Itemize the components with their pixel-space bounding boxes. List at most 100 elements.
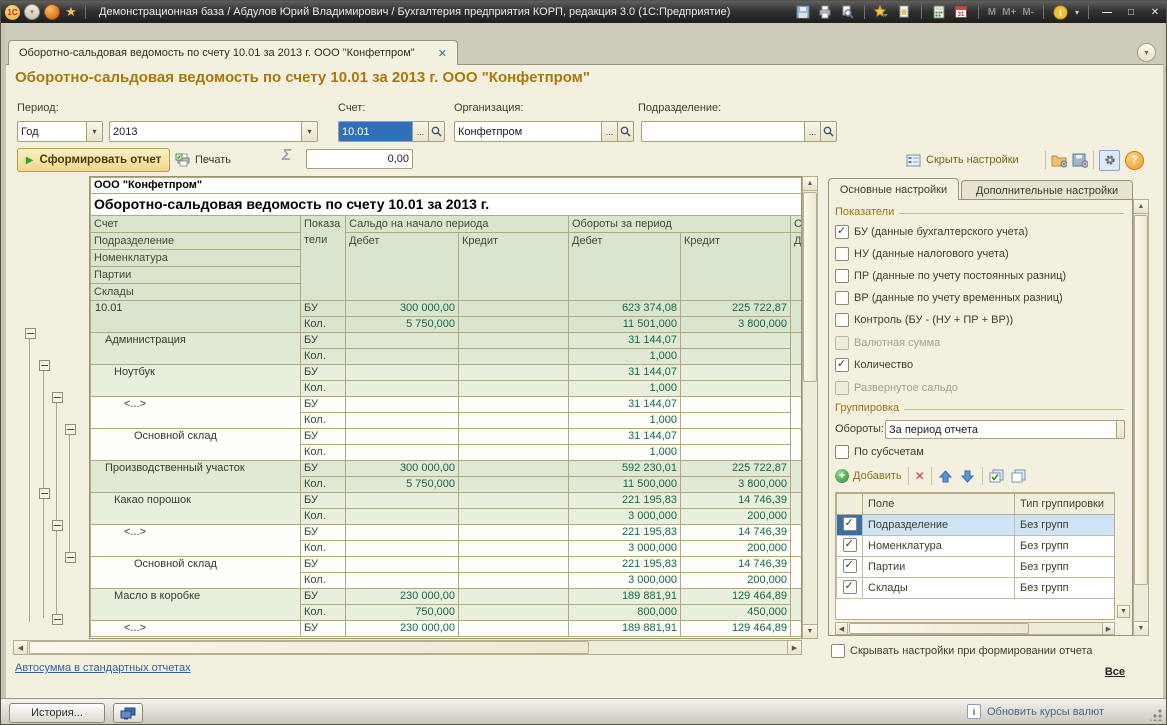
indicator-option[interactable]: ПР (данные по учету постоянных разниц) xyxy=(835,268,1066,284)
more-button[interactable]: ... xyxy=(804,122,820,141)
checkbox-icon[interactable] xyxy=(843,559,857,573)
checkbox-icon[interactable] xyxy=(835,247,849,261)
indicator-option[interactable]: БУ (данные бухгалтерского учета) xyxy=(835,224,1028,240)
hscroll-thumb[interactable] xyxy=(849,623,1029,634)
remote-desktop-button[interactable] xyxy=(113,703,143,723)
history-button[interactable]: История... xyxy=(9,703,105,723)
vscroll-thumb[interactable] xyxy=(803,192,817,382)
print-preview-icon[interactable] xyxy=(839,4,855,20)
report-row[interactable]: Какао порошокБУ221 195,8314 746,39 xyxy=(91,493,803,509)
add-favorite-icon[interactable] xyxy=(896,4,912,20)
account-input[interactable]: 10.01 ... xyxy=(338,121,445,142)
tree-collapse-button[interactable] xyxy=(52,392,63,403)
checkbox-icon[interactable] xyxy=(835,269,849,283)
gear-icon[interactable] xyxy=(1099,150,1120,171)
autosum-icon[interactable]: Σ xyxy=(282,147,291,165)
checkbox-icon[interactable] xyxy=(843,580,857,594)
tree-collapse-button[interactable] xyxy=(39,488,50,499)
maximize-button[interactable]: □ xyxy=(1122,7,1140,18)
help-icon[interactable]: ? xyxy=(1125,151,1144,170)
chevron-down-icon[interactable]: ▾ xyxy=(86,122,102,141)
grouping-row[interactable]: СкладыБез групп xyxy=(837,578,1115,599)
checkbox-icon[interactable] xyxy=(835,291,849,305)
sum-field[interactable]: 0,00 xyxy=(306,149,413,169)
more-button[interactable]: ... xyxy=(601,122,617,141)
scroll-left-arrow[interactable]: ◀ xyxy=(13,640,28,655)
grouping-row[interactable]: ПартииБез групп xyxy=(837,557,1115,578)
search-icon[interactable] xyxy=(428,122,444,141)
checkbox-icon[interactable] xyxy=(831,644,845,658)
print-icon[interactable] xyxy=(817,4,833,20)
info-icon[interactable]: i xyxy=(1053,4,1069,20)
hide-settings-button[interactable]: Скрыть настройки xyxy=(905,150,1019,170)
period-value-select[interactable]: 2013 ▾ xyxy=(109,121,318,142)
calculator-icon[interactable] xyxy=(931,4,947,20)
report-row[interactable]: Масло в коробкеБУ230 000,00189 881,91129… xyxy=(91,589,803,605)
checkbox-icon[interactable] xyxy=(835,445,849,459)
main-menu-button[interactable]: ▾ xyxy=(24,4,40,20)
indicator-option[interactable]: Контроль (БУ - (НУ + ПР + ВР)) xyxy=(835,312,1013,328)
uncheck-all-icon[interactable] xyxy=(1011,468,1027,484)
tab-main-settings[interactable]: Основные настройки xyxy=(828,178,959,200)
tree-collapse-button[interactable] xyxy=(65,552,76,563)
by-subaccounts-option[interactable]: По субсчетам xyxy=(835,444,924,460)
indicator-option[interactable]: НУ (данные налогового учета) xyxy=(835,246,1009,262)
save-icon[interactable] xyxy=(795,4,811,20)
scroll-right-arrow[interactable]: ▶ xyxy=(787,640,802,655)
indicator-option[interactable]: Количество xyxy=(835,357,913,373)
checkbox-icon[interactable] xyxy=(843,538,857,552)
grouping-row-check-cell[interactable] xyxy=(837,536,863,557)
grouping-row[interactable]: НоменклатураБез групп xyxy=(837,536,1115,557)
scroll-right-arrow[interactable]: ▶ xyxy=(1102,622,1115,635)
tree-collapse-button[interactable] xyxy=(65,424,76,435)
checkbox-icon[interactable] xyxy=(835,336,849,350)
all-link[interactable]: Все xyxy=(1105,666,1125,678)
indicator-option[interactable]: Развернутое сальдо xyxy=(835,380,958,396)
generate-report-button[interactable]: ▶ Сформировать отчет xyxy=(17,148,170,172)
grouping-row-check-cell[interactable] xyxy=(837,578,863,599)
tab-report[interactable]: Оборотно-сальдовая ведомость по счету 10… xyxy=(8,40,458,65)
scroll-left-arrow[interactable]: ◀ xyxy=(835,622,848,635)
quick-access-button[interactable] xyxy=(44,4,60,20)
tree-collapse-button[interactable] xyxy=(52,520,63,531)
search-icon[interactable] xyxy=(617,122,633,141)
report-row[interactable]: Основной складБУ221 195,8314 746,39 xyxy=(91,557,803,573)
period-kind-select[interactable]: Год ▾ xyxy=(17,121,103,142)
indicator-option[interactable]: Валютная сумма xyxy=(835,335,940,351)
scroll-down-arrow[interactable]: ▼ xyxy=(802,624,818,639)
move-up-icon[interactable] xyxy=(938,468,954,484)
window-list-button[interactable]: ▾ xyxy=(1137,43,1156,62)
scroll-up-arrow[interactable]: ▲ xyxy=(802,176,818,191)
minimize-button[interactable]: — xyxy=(1098,7,1116,18)
checkbox-icon[interactable] xyxy=(835,381,849,395)
report-row[interactable]: <...>БУ221 195,8314 746,39 xyxy=(91,525,803,541)
grouping-row[interactable]: ПодразделениеБез групп xyxy=(837,515,1115,536)
report-row[interactable]: АдминистрацияБУ31 144,07 xyxy=(91,333,803,349)
indicator-option[interactable]: ВР (данные по учету временных разниц) xyxy=(835,290,1063,306)
chevron-down-icon[interactable]: ▾ xyxy=(1075,8,1079,17)
checkbox-icon[interactable] xyxy=(835,358,849,372)
checkbox-icon[interactable] xyxy=(843,517,857,531)
check-all-icon[interactable] xyxy=(989,468,1005,484)
favorites-star-icon[interactable]: ★ xyxy=(64,5,78,19)
more-button[interactable]: ... xyxy=(412,122,428,141)
department-input[interactable]: ... xyxy=(641,121,837,142)
turnover-select[interactable]: За период отчета xyxy=(885,420,1125,439)
load-settings-icon[interactable] xyxy=(1051,152,1067,168)
hscroll-thumb[interactable] xyxy=(29,641,589,654)
chevron-down-icon[interactable] xyxy=(1116,421,1124,438)
scroll-up-arrow[interactable]: ▲ xyxy=(1133,199,1149,214)
memory-subtract-button[interactable]: M- xyxy=(1022,7,1034,18)
scroll-down-arr[interactable]: ▼ xyxy=(1133,621,1149,636)
grouping-scroll-down-arrow[interactable]: ▼ xyxy=(1117,605,1130,618)
tab-extra-settings[interactable]: Дополнительные настройки xyxy=(961,180,1133,200)
report-row[interactable]: <...>БУ31 144,07 xyxy=(91,397,803,413)
hide-settings-on-generate-option[interactable]: Скрывать настройки при формировании отче… xyxy=(831,644,1093,658)
print-report-button[interactable]: Печать xyxy=(175,150,231,170)
delete-icon[interactable]: ✕ xyxy=(915,469,925,483)
add-grouping-button[interactable]: + Добавить xyxy=(835,469,902,483)
vscroll-thumb[interactable] xyxy=(1134,215,1148,585)
move-down-icon[interactable] xyxy=(960,468,976,484)
checkbox-icon[interactable] xyxy=(835,225,849,239)
go-favorites-icon[interactable] xyxy=(874,4,890,20)
